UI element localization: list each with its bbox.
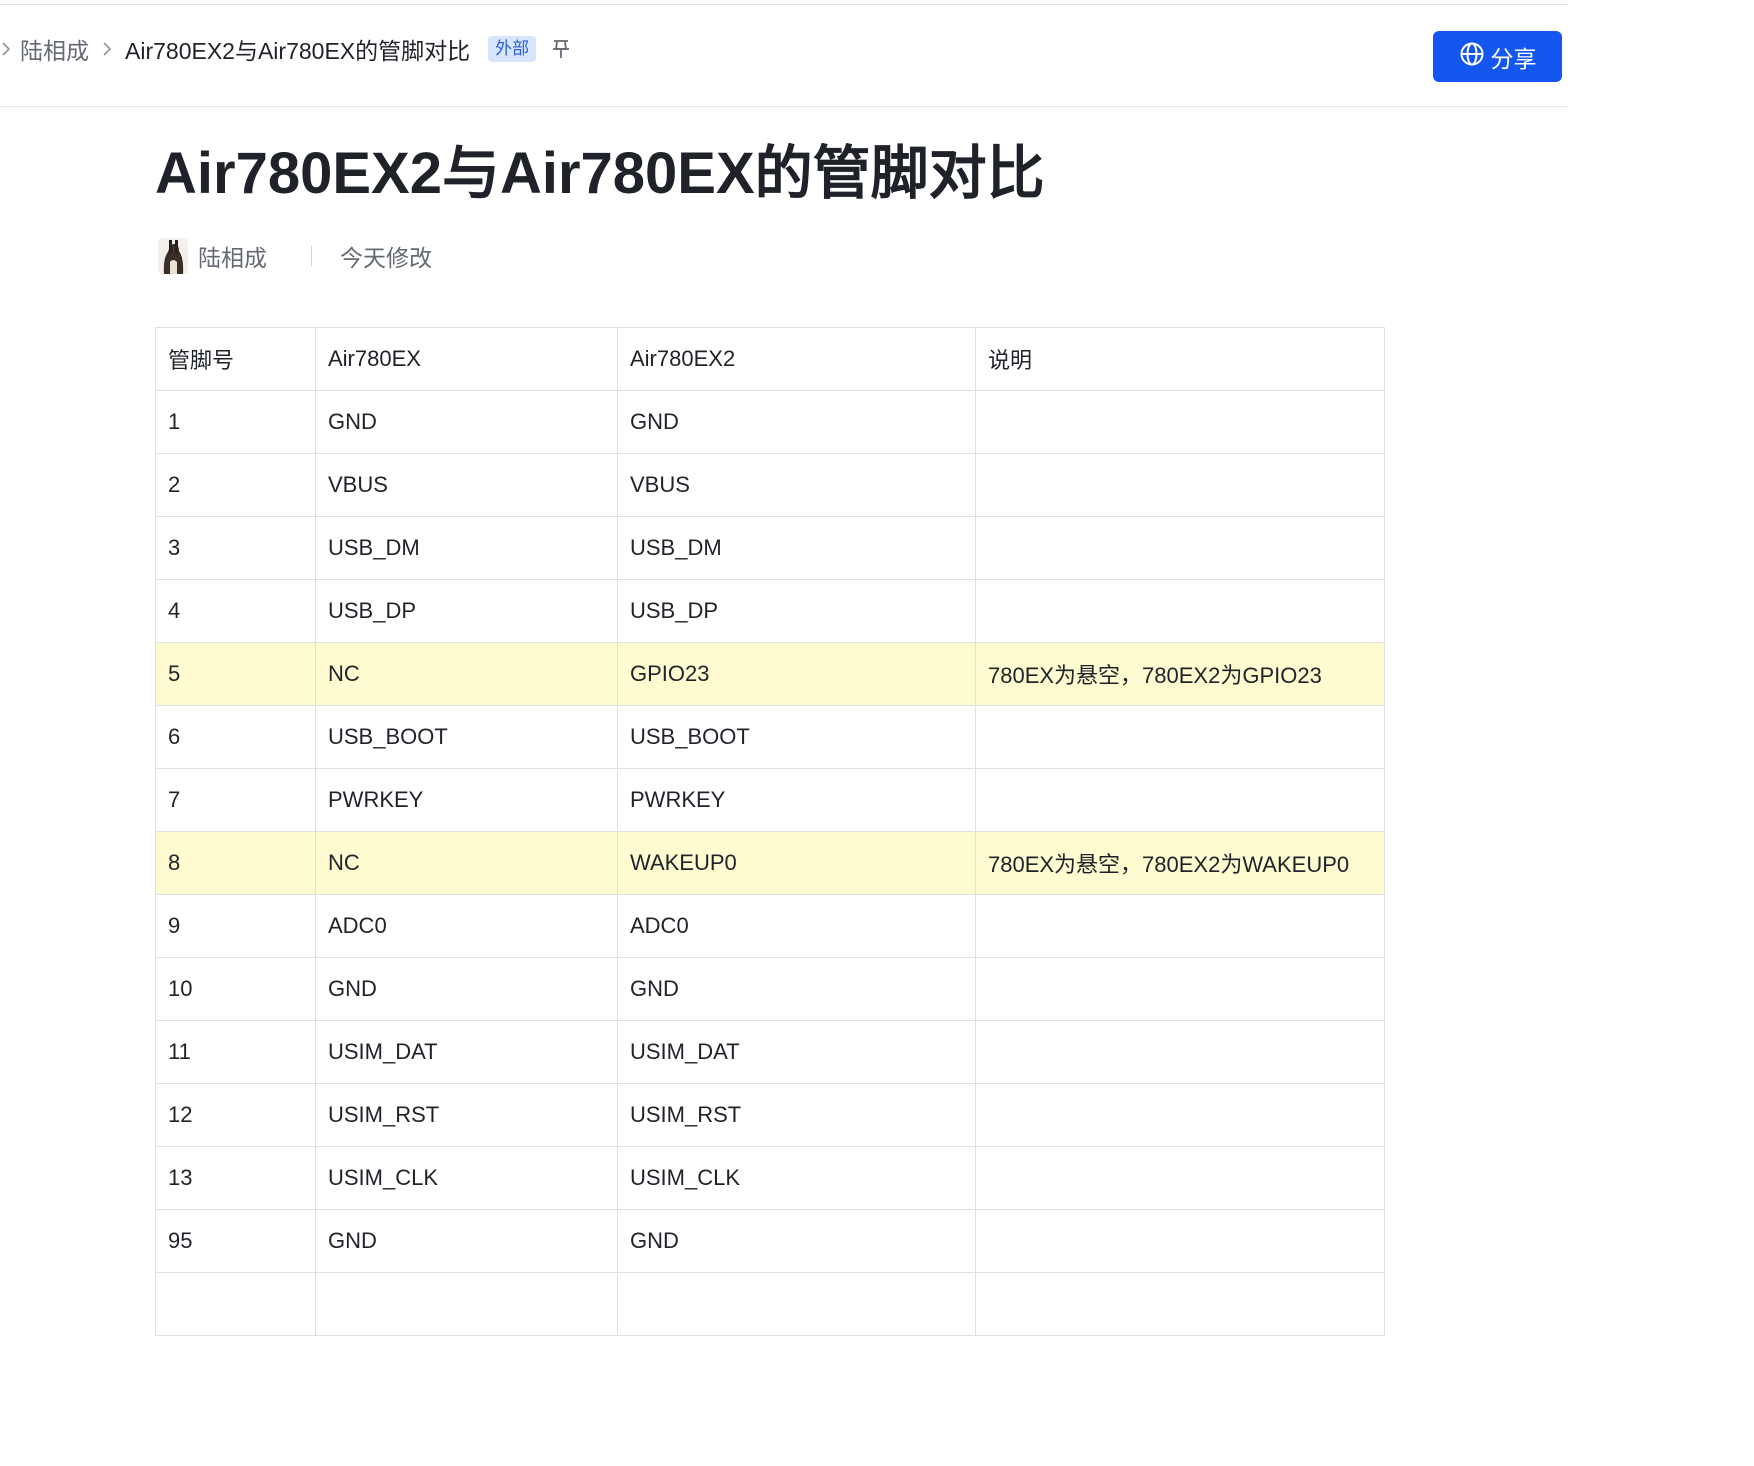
table-row-partial	[155, 1272, 1385, 1336]
table-cell[interactable]: NC	[315, 831, 618, 895]
table-cell[interactable]: USB_DP	[617, 579, 976, 643]
table-cell[interactable]: WAKEUP0	[617, 831, 976, 895]
table-cell[interactable]: PWRKEY	[315, 768, 618, 832]
table-cell[interactable]	[155, 1272, 316, 1336]
table-cell[interactable]: USIM_DAT	[617, 1020, 976, 1084]
table-cell[interactable]	[975, 1146, 1385, 1210]
table-cell[interactable]: 12	[155, 1083, 316, 1147]
table-cell[interactable]: GND	[315, 390, 618, 454]
table-header-row: 管脚号 Air780EX Air780EX2 说明	[155, 327, 1385, 391]
table-row: 12 USIM_RST USIM_RST	[155, 1083, 1385, 1147]
table-cell[interactable]: 2	[155, 453, 316, 517]
table-cell[interactable]	[975, 894, 1385, 958]
table-cell[interactable]: 4	[155, 579, 316, 643]
table-cell[interactable]: VBUS	[617, 453, 976, 517]
table-cell[interactable]: USIM_RST	[617, 1083, 976, 1147]
chevron-right-icon	[0, 41, 12, 57]
table-cell[interactable]: 3	[155, 516, 316, 580]
table-row: 3 USB_DM USB_DM	[155, 516, 1385, 580]
table-cell[interactable]: USB_DP	[315, 579, 618, 643]
table-cell[interactable]: USIM_CLK	[315, 1146, 618, 1210]
table-row: 7 PWRKEY PWRKEY	[155, 768, 1385, 832]
table-row: 4 USB_DP USB_DP	[155, 579, 1385, 643]
table-cell[interactable]: 11	[155, 1020, 316, 1084]
table-cell[interactable]: 6	[155, 705, 316, 769]
table-cell[interactable]: 10	[155, 957, 316, 1021]
doc-meta: 陆相成 今天修改	[158, 236, 432, 276]
table-cell[interactable]: 780EX为悬空，780EX2为GPIO23	[975, 642, 1385, 706]
table-cell[interactable]	[975, 579, 1385, 643]
meta-divider	[311, 246, 312, 266]
modified-time: 今天修改	[340, 245, 432, 271]
table-cell[interactable]: GND	[315, 1209, 618, 1273]
page-title: Air780EX2与Air780EX的管脚对比	[155, 141, 1045, 206]
table-cell[interactable]: 9	[155, 894, 316, 958]
table-cell[interactable]: 13	[155, 1146, 316, 1210]
table-cell[interactable]: PWRKEY	[617, 768, 976, 832]
table-cell[interactable]	[975, 453, 1385, 517]
table-cell[interactable]	[975, 516, 1385, 580]
table-row: 1 GND GND	[155, 390, 1385, 454]
table-cell[interactable]: USB_BOOT	[617, 705, 976, 769]
table-cell[interactable]: 1	[155, 390, 316, 454]
table-cell[interactable]: GND	[617, 390, 976, 454]
table-cell[interactable]: 8	[155, 831, 316, 895]
table-cell[interactable]: 5	[155, 642, 316, 706]
table-row: 9 ADC0 ADC0	[155, 894, 1385, 958]
table-cell[interactable]: 7	[155, 768, 316, 832]
table-cell[interactable]: USIM_RST	[315, 1083, 618, 1147]
table-cell[interactable]: NC	[315, 642, 618, 706]
table-header-cell[interactable]: 管脚号	[155, 327, 316, 391]
table-cell[interactable]: USB_DM	[315, 516, 618, 580]
avatar[interactable]	[158, 238, 188, 274]
table-row-highlighted: 8 NC WAKEUP0 780EX为悬空，780EX2为WAKEUP0	[155, 831, 1385, 895]
chevron-right-icon	[95, 41, 119, 57]
breadcrumb-parent-link[interactable]: 陆相成	[20, 32, 89, 66]
table-cell[interactable]	[975, 957, 1385, 1021]
table-header-cell[interactable]: Air780EX	[315, 327, 618, 391]
table-row: 6 USB_BOOT USB_BOOT	[155, 705, 1385, 769]
external-badge: 外部	[488, 36, 537, 62]
breadcrumb: 陆相成 Air780EX2与Air780EX的管脚对比 外部	[0, 29, 572, 69]
table-row: 10 GND GND	[155, 957, 1385, 1021]
table-cell[interactable]: USIM_CLK	[617, 1146, 976, 1210]
table-cell[interactable]: USB_DM	[617, 516, 976, 580]
table-cell[interactable]: VBUS	[315, 453, 618, 517]
table-cell[interactable]	[975, 1209, 1385, 1273]
doc-header: 陆相成 Air780EX2与Air780EX的管脚对比 外部 分享	[0, 5, 1568, 107]
table-cell[interactable]	[975, 390, 1385, 454]
table-cell[interactable]	[315, 1272, 618, 1336]
table-row: 11 USIM_DAT USIM_DAT	[155, 1020, 1385, 1084]
table-header-cell[interactable]: 说明	[975, 327, 1385, 391]
pin-comparison-table: 管脚号 Air780EX Air780EX2 说明 1 GND GND 2 VB…	[155, 327, 1385, 1336]
table-cell[interactable]: USIM_DAT	[315, 1020, 618, 1084]
table-cell[interactable]: ADC0	[617, 894, 976, 958]
table-cell[interactable]: GND	[617, 957, 976, 1021]
table-row-highlighted: 5 NC GPIO23 780EX为悬空，780EX2为GPIO23	[155, 642, 1385, 706]
table-cell[interactable]: USB_BOOT	[315, 705, 618, 769]
share-label: 分享	[1490, 45, 1537, 72]
table-cell[interactable]	[975, 1020, 1385, 1084]
table-cell[interactable]: GPIO23	[617, 642, 976, 706]
table-row: 95 GND GND	[155, 1209, 1385, 1273]
table-cell[interactable]	[975, 768, 1385, 832]
table-cell[interactable]	[975, 1083, 1385, 1147]
table-cell[interactable]	[975, 705, 1385, 769]
table-cell[interactable]	[617, 1272, 976, 1336]
pin-icon[interactable]	[550, 38, 572, 60]
table-cell[interactable]: ADC0	[315, 894, 618, 958]
globe-icon	[1459, 41, 1485, 73]
table-cell[interactable]: GND	[617, 1209, 976, 1273]
author-name[interactable]: 陆相成	[198, 239, 267, 273]
table-cell[interactable]: GND	[315, 957, 618, 1021]
share-button[interactable]: 分享	[1433, 31, 1562, 82]
table-header-cell[interactable]: Air780EX2	[617, 327, 976, 391]
table-row: 2 VBUS VBUS	[155, 453, 1385, 517]
table-cell[interactable]: 95	[155, 1209, 316, 1273]
table-cell[interactable]	[975, 1272, 1385, 1336]
table-cell[interactable]: 780EX为悬空，780EX2为WAKEUP0	[975, 831, 1385, 895]
table-row: 13 USIM_CLK USIM_CLK	[155, 1146, 1385, 1210]
breadcrumb-current[interactable]: Air780EX2与Air780EX的管脚对比	[125, 32, 470, 66]
